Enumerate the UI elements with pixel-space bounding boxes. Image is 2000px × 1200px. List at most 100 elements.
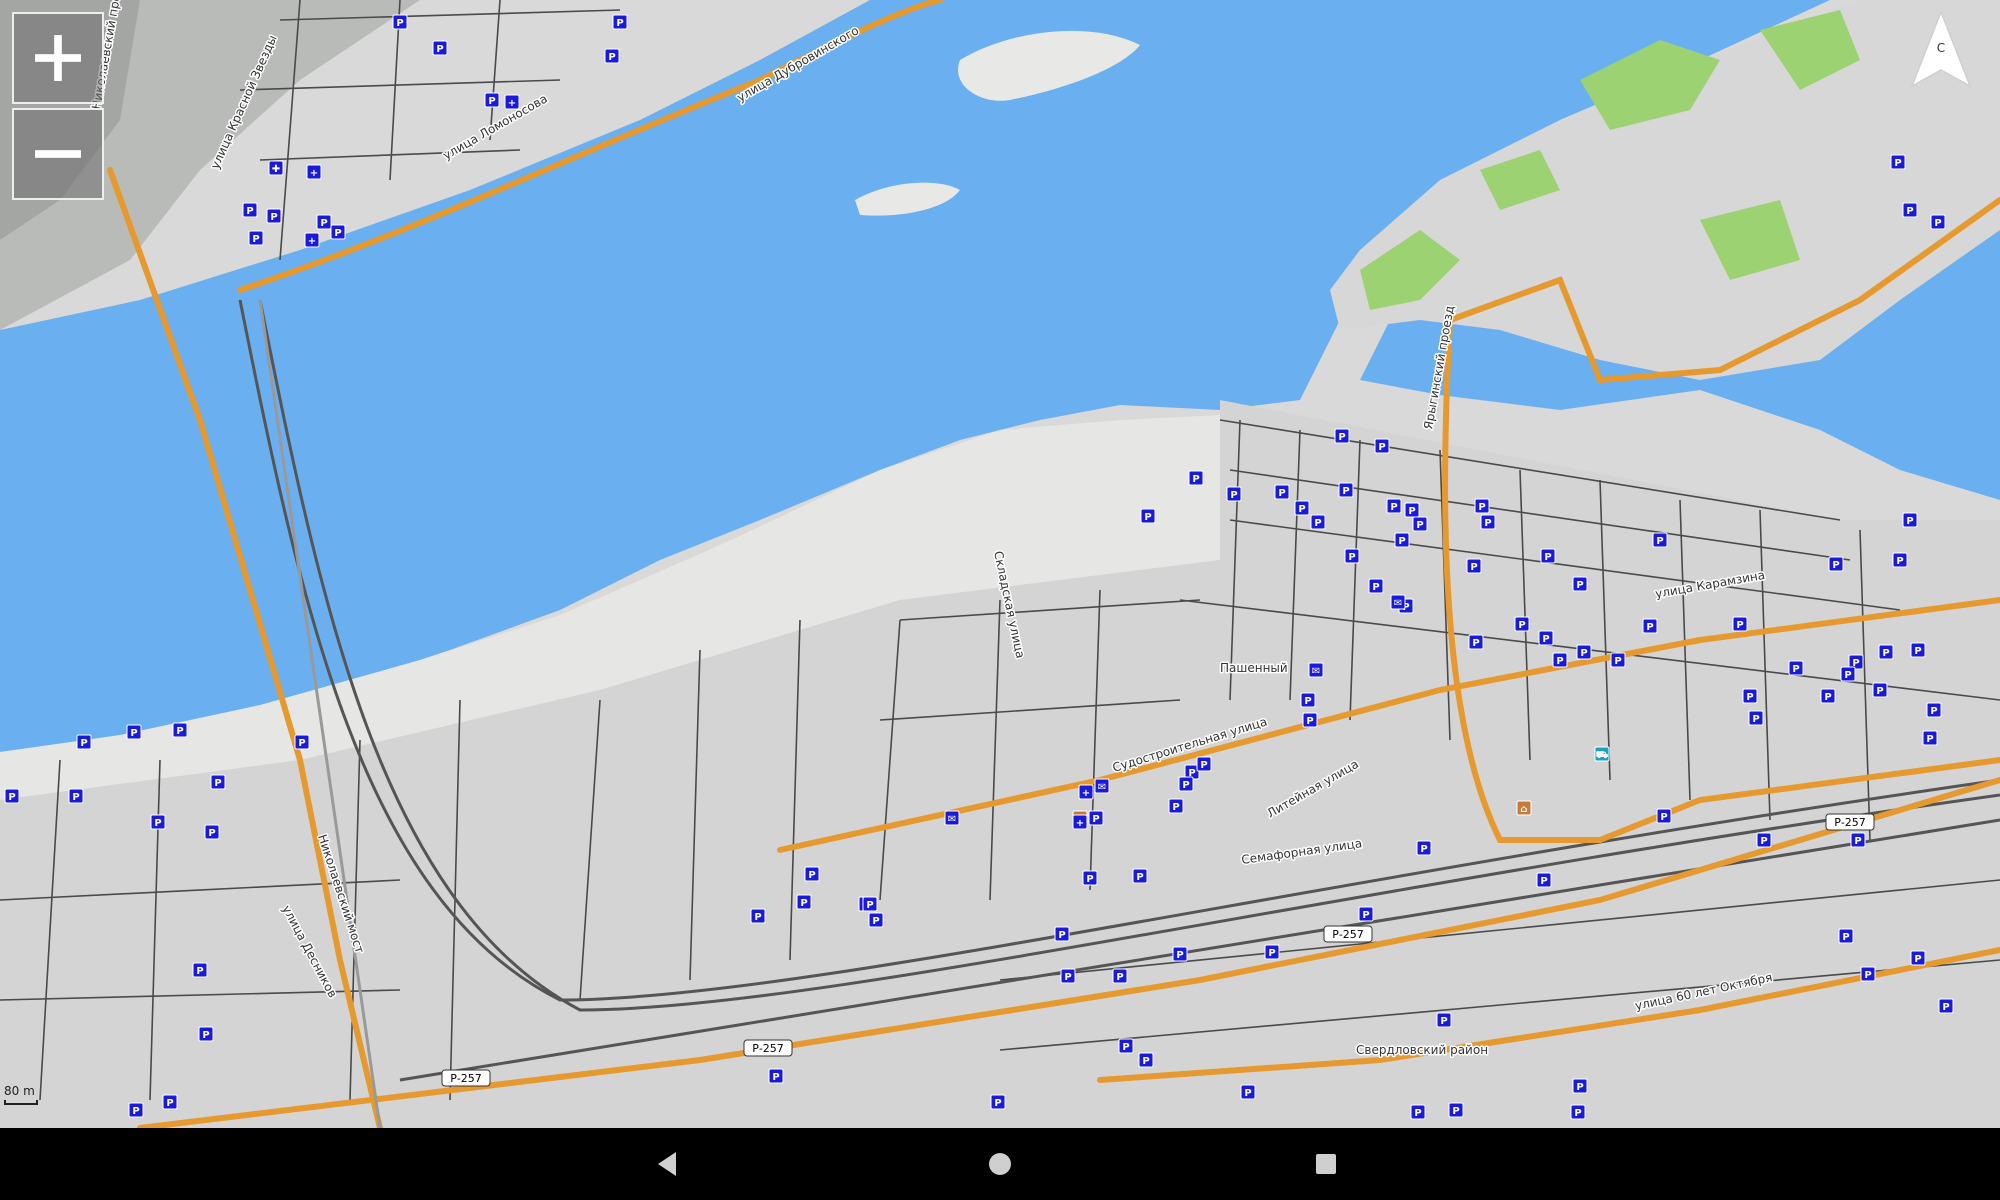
parking-marker[interactable]: P	[1902, 512, 1918, 528]
parking-marker[interactable]: P	[1468, 634, 1484, 650]
parking-marker[interactable]: P	[1892, 552, 1908, 568]
parking-marker[interactable]: P	[1656, 808, 1672, 824]
parking-marker[interactable]: P	[1838, 928, 1854, 944]
parking-marker[interactable]: P	[1576, 644, 1592, 660]
medical-marker[interactable]: +	[306, 164, 322, 180]
parking-marker[interactable]: P	[210, 774, 226, 790]
parking-marker[interactable]: P	[1902, 202, 1918, 218]
parking-marker[interactable]: P	[1404, 502, 1420, 518]
parking-marker[interactable]: P	[1610, 652, 1626, 668]
parking-marker[interactable]: P	[68, 788, 84, 804]
parking-marker[interactable]: P	[1338, 482, 1354, 498]
parking-marker[interactable]: P	[990, 1094, 1006, 1110]
parking-marker[interactable]: P	[432, 40, 448, 56]
parking-marker[interactable]: P	[126, 724, 142, 740]
parking-marker[interactable]: P	[162, 1094, 178, 1110]
school-marker[interactable]: ⌂	[1516, 800, 1532, 816]
parking-marker[interactable]: P	[1540, 548, 1556, 564]
parking-marker[interactable]: P	[1480, 514, 1496, 530]
map-view[interactable]: улица Дубровинского улица Ломоносова ули…	[0, 0, 2000, 1128]
parking-marker[interactable]: P	[1552, 652, 1568, 668]
parking-marker[interactable]: P	[750, 908, 766, 924]
parking-marker[interactable]: P	[1732, 616, 1748, 632]
parking-marker[interactable]: P	[1930, 214, 1946, 230]
medical-marker[interactable]: +	[504, 94, 520, 110]
parking-marker[interactable]: P	[1910, 642, 1926, 658]
parking-marker[interactable]: P	[1410, 1104, 1426, 1120]
parking-marker[interactable]: P	[1368, 578, 1384, 594]
parking-marker[interactable]: P	[1386, 498, 1402, 514]
parking-marker[interactable]: P	[1436, 1012, 1452, 1028]
map-canvas[interactable]: улица Дубровинского улица Ломоносова ули…	[0, 0, 2000, 1128]
parking-marker[interactable]: P	[1132, 868, 1148, 884]
parking-marker[interactable]: P	[128, 1102, 144, 1118]
parking-marker[interactable]: P	[1140, 508, 1156, 524]
parking-marker[interactable]: P	[1054, 926, 1070, 942]
parking-marker[interactable]: P	[1938, 998, 1954, 1014]
parking-marker[interactable]: P	[1374, 438, 1390, 454]
parking-marker[interactable]: P	[1910, 950, 1926, 966]
parking-marker[interactable]: P	[198, 1026, 214, 1042]
parking-marker[interactable]: P	[1172, 946, 1188, 962]
parking-marker[interactable]: P	[1310, 514, 1326, 530]
parking-marker[interactable]: P	[1344, 548, 1360, 564]
parking-marker[interactable]: P	[294, 734, 310, 750]
parking-marker[interactable]: P	[266, 208, 282, 224]
parking-marker[interactable]: P	[1060, 968, 1076, 984]
parking-marker[interactable]: P	[1922, 730, 1938, 746]
parking-marker[interactable]: P	[1394, 532, 1410, 548]
parking-marker[interactable]: P	[1226, 486, 1242, 502]
zoom-out-button[interactable]	[12, 108, 104, 200]
parking-marker[interactable]: P	[1474, 498, 1490, 514]
parking-marker[interactable]: P	[242, 202, 258, 218]
home-button[interactable]	[980, 1144, 1020, 1184]
post-office-marker[interactable]: ✉	[1094, 778, 1110, 794]
parking-marker[interactable]: P	[1748, 710, 1764, 726]
parking-marker[interactable]: P	[1872, 682, 1888, 698]
parking-marker[interactable]: P	[1082, 870, 1098, 886]
parking-marker[interactable]: P	[1118, 1038, 1134, 1054]
parking-marker[interactable]: P	[392, 14, 408, 30]
parking-marker[interactable]: P	[172, 722, 188, 738]
parking-marker[interactable]: P	[1168, 798, 1184, 814]
parking-marker[interactable]: P	[1412, 516, 1428, 532]
parking-marker[interactable]: P	[1828, 556, 1844, 572]
parking-marker[interactable]: P	[1788, 660, 1804, 676]
parking-marker[interactable]: P	[1890, 154, 1906, 170]
parking-marker[interactable]: P	[1742, 688, 1758, 704]
parking-marker[interactable]: P	[1112, 968, 1128, 984]
parking-marker[interactable]: P	[1572, 576, 1588, 592]
parking-marker[interactable]: P	[1358, 906, 1374, 922]
parking-marker[interactable]: P	[768, 1068, 784, 1084]
parking-marker[interactable]: P	[1652, 532, 1668, 548]
parking-marker[interactable]: P	[862, 896, 878, 912]
post-office-marker[interactable]: ✉	[1390, 594, 1406, 610]
parking-marker[interactable]: P	[1570, 1104, 1586, 1120]
parking-marker[interactable]: P	[796, 894, 812, 910]
parking-marker[interactable]: P	[330, 224, 346, 240]
back-button[interactable]	[648, 1144, 688, 1184]
medical-marker[interactable]: +	[1078, 784, 1094, 800]
shop-marker[interactable]: ⛟	[1594, 746, 1610, 762]
parking-marker[interactable]: P	[1196, 756, 1212, 772]
parking-marker[interactable]: P	[1536, 872, 1552, 888]
parking-marker[interactable]: P	[1642, 618, 1658, 634]
parking-marker[interactable]: P	[1294, 500, 1310, 516]
parking-marker[interactable]: P	[612, 14, 628, 30]
parking-marker[interactable]: P	[1416, 840, 1432, 856]
parking-marker[interactable]: P	[484, 92, 500, 108]
parking-marker[interactable]: P	[1840, 666, 1856, 682]
parking-marker[interactable]: P	[1466, 558, 1482, 574]
parking-marker[interactable]: P	[1878, 644, 1894, 660]
parking-marker[interactable]: P	[1448, 1102, 1464, 1118]
parking-marker[interactable]: P	[1756, 832, 1772, 848]
parking-marker[interactable]: P	[1514, 616, 1530, 632]
parking-marker[interactable]: P	[868, 912, 884, 928]
post-office-marker[interactable]: ✉	[1308, 662, 1324, 678]
parking-marker[interactable]: P	[804, 866, 820, 882]
parking-marker[interactable]: P	[76, 734, 92, 750]
parking-marker[interactable]: P	[1138, 1052, 1154, 1068]
parking-marker[interactable]: P	[1188, 470, 1204, 486]
post-office-marker[interactable]: ✉	[944, 810, 960, 826]
zoom-in-button[interactable]	[12, 12, 104, 104]
